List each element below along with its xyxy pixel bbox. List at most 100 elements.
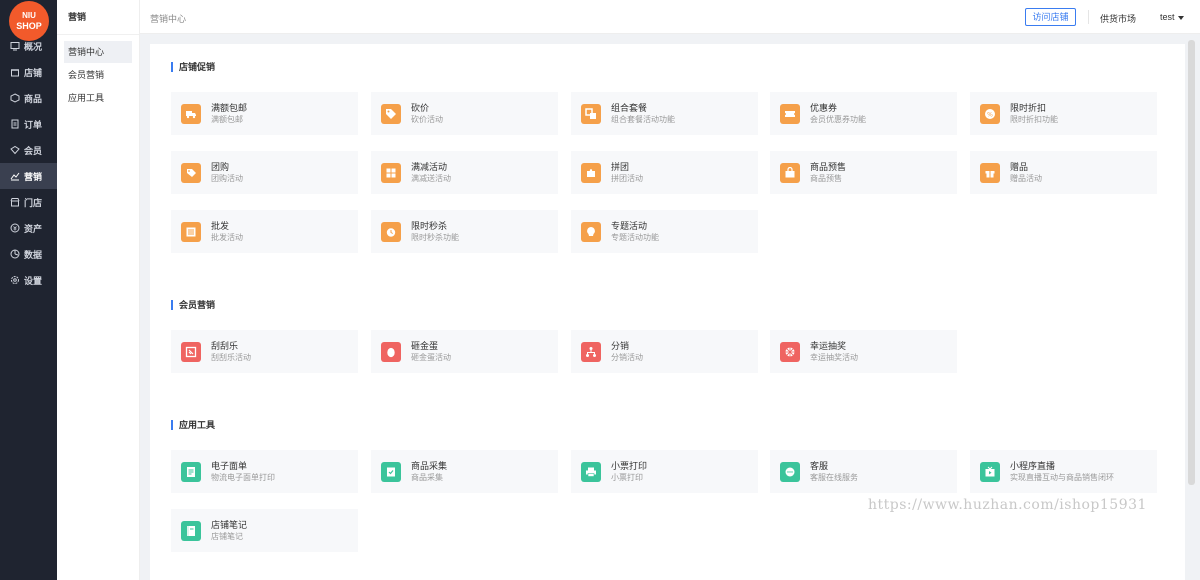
card-desc: 分销活动 xyxy=(611,353,643,362)
nav-label: 数据 xyxy=(24,249,43,260)
card-groupbuy[interactable]: 团购 团购活动 xyxy=(171,151,358,194)
top-header: 营销中心 访问店铺 供货市场 test xyxy=(140,0,1200,34)
nav-label: 门店 xyxy=(24,197,43,208)
collect-icon xyxy=(381,461,401,482)
truck-icon xyxy=(181,103,201,124)
card-wholesale[interactable]: 批发 批发活动 xyxy=(171,210,358,253)
card-title: 赠品 xyxy=(1010,162,1029,172)
card-desc: 幸运抽奖活动 xyxy=(810,353,858,362)
card-title: 团购 xyxy=(211,162,230,172)
card-title: 批发 xyxy=(211,221,230,231)
card-goods-collect[interactable]: 商品采集 商品采集 xyxy=(371,450,558,493)
card-scratch[interactable]: 刮刮乐 刮刮乐活动 xyxy=(171,330,358,373)
nav-label: 商品 xyxy=(24,93,43,104)
distribution-icon xyxy=(581,341,601,362)
header-divider xyxy=(1088,10,1089,24)
card-title: 小程序直播 xyxy=(1010,461,1056,471)
nav-item-data[interactable]: 数据 xyxy=(0,241,57,267)
card-full-reduce[interactable]: 满减活动 满减送活动 xyxy=(371,151,558,194)
card-desc: 客服在线服务 xyxy=(810,473,858,482)
sidebar-item-marketing-center[interactable]: 营销中心 xyxy=(64,41,132,63)
card-coupon[interactable]: 优惠券 会员优惠券功能 xyxy=(770,92,957,135)
nav-item-store[interactable]: 店铺 xyxy=(0,59,57,85)
lottery-icon xyxy=(780,341,800,362)
visit-store-button[interactable]: 访问店铺 xyxy=(1025,8,1076,26)
card-topic[interactable]: 专题活动 专题活动功能 xyxy=(571,210,758,253)
nav-list: 概况 店铺 商品 订单 会员 营销 门店 资产 数据 设置 xyxy=(0,33,57,293)
card-title: 客服 xyxy=(810,461,829,471)
card-receipt-print[interactable]: 小票打印 小票打印 xyxy=(571,450,758,493)
card-mini-program-live[interactable]: 小程序直播 实现直播互动与商品销售闭环 xyxy=(970,450,1157,493)
full-reduce-icon xyxy=(381,162,401,183)
card-pintuan[interactable]: 拼团 拼团活动 xyxy=(571,151,758,194)
sidebar-item-member-marketing[interactable]: 会员营销 xyxy=(64,64,132,86)
nav-label: 会员 xyxy=(24,145,43,156)
card-title: 刮刮乐 xyxy=(211,341,239,351)
card-desc: 限时折扣功能 xyxy=(1010,115,1058,124)
nav-item-order[interactable]: 订单 xyxy=(0,111,57,137)
order-icon xyxy=(10,119,20,129)
nav-label: 订单 xyxy=(24,119,43,130)
sidebar-list: 营销中心 会员营销 应用工具 xyxy=(57,35,139,109)
card-gift[interactable]: 赠品 赠品活动 xyxy=(970,151,1157,194)
tag-cut-icon xyxy=(381,103,401,124)
nav-item-member[interactable]: 会员 xyxy=(0,137,57,163)
card-desc: 满额包邮 xyxy=(211,115,243,124)
wholesale-icon xyxy=(181,221,201,242)
egg-icon xyxy=(381,341,401,362)
card-distribution[interactable]: 分销 分销活动 xyxy=(571,330,758,373)
card-free-shipping[interactable]: 满额包邮 满额包邮 xyxy=(171,92,358,135)
card-title: 砸金蛋 xyxy=(411,341,439,351)
nav-item-marketing[interactable]: 营销 xyxy=(0,163,57,189)
card-lucky-draw[interactable]: 幸运抽奖 幸运抽奖活动 xyxy=(770,330,957,373)
user-menu[interactable]: test xyxy=(1160,12,1184,22)
nav-label: 设置 xyxy=(24,275,43,286)
card-title: 商品采集 xyxy=(411,461,448,471)
nav-item-shop[interactable]: 门店 xyxy=(0,189,57,215)
card-flash-sale[interactable]: 限时秒杀 限时秒杀功能 xyxy=(371,210,558,253)
card-desc: 团购活动 xyxy=(211,174,243,183)
overview-icon xyxy=(10,41,20,51)
card-golden-egg[interactable]: 砸金蛋 砸金蛋活动 xyxy=(371,330,558,373)
card-presale[interactable]: 商品预售 商品预售 xyxy=(770,151,957,194)
nav-item-settings[interactable]: 设置 xyxy=(0,267,57,293)
card-desc: 拼团活动 xyxy=(611,174,643,183)
card-title: 满额包邮 xyxy=(211,103,248,113)
gift-icon xyxy=(980,162,1000,183)
card-title: 电子面单 xyxy=(211,461,248,471)
card-customer-service[interactable]: 客服 客服在线服务 xyxy=(770,450,957,493)
card-desc: 商品采集 xyxy=(411,473,443,482)
live-icon xyxy=(980,461,1000,482)
card-desc: 赠品活动 xyxy=(1010,174,1042,183)
card-title: 商品预售 xyxy=(810,162,847,172)
goods-icon xyxy=(10,93,20,103)
card-desc: 满减送活动 xyxy=(411,174,451,183)
card-store-notes[interactable]: 店铺笔记 店铺笔记 xyxy=(171,509,358,552)
secondary-sidebar: 营销 营销中心 会员营销 应用工具 xyxy=(57,0,140,580)
card-title: 限时秒杀 xyxy=(411,221,448,231)
card-desc: 砍价活动 xyxy=(411,115,443,124)
settings-icon xyxy=(10,275,20,285)
vertical-scrollbar[interactable] xyxy=(1188,40,1195,485)
nav-item-asset[interactable]: 资产 xyxy=(0,215,57,241)
combo-icon xyxy=(581,103,601,124)
card-desc: 批发活动 xyxy=(211,233,243,242)
nav-item-goods[interactable]: 商品 xyxy=(0,85,57,111)
supply-market-link[interactable]: 供货市场 xyxy=(1100,12,1136,25)
breadcrumb[interactable]: 营销中心 xyxy=(150,12,186,25)
asset-icon xyxy=(10,223,20,233)
shop-icon xyxy=(10,197,20,207)
card-limited-discount[interactable]: % 限时折扣 限时折扣功能 xyxy=(970,92,1157,135)
caret-down-icon xyxy=(1177,15,1184,20)
card-e-waybill[interactable]: 电子面单 物流电子面单打印 xyxy=(171,450,358,493)
nav-label: 营销 xyxy=(24,171,43,182)
member-icon xyxy=(10,145,20,155)
card-title: 分销 xyxy=(611,341,630,351)
card-combo[interactable]: 组合套餐 组合套餐活动功能 xyxy=(571,92,758,135)
sidebar-item-app-tools[interactable]: 应用工具 xyxy=(64,87,132,109)
card-title: 砍价 xyxy=(411,103,430,113)
card-bargain[interactable]: 砍价 砍价活动 xyxy=(371,92,558,135)
nav-item-overview[interactable]: 概况 xyxy=(0,33,57,59)
chat-icon xyxy=(780,461,800,482)
waybill-icon xyxy=(181,461,201,482)
